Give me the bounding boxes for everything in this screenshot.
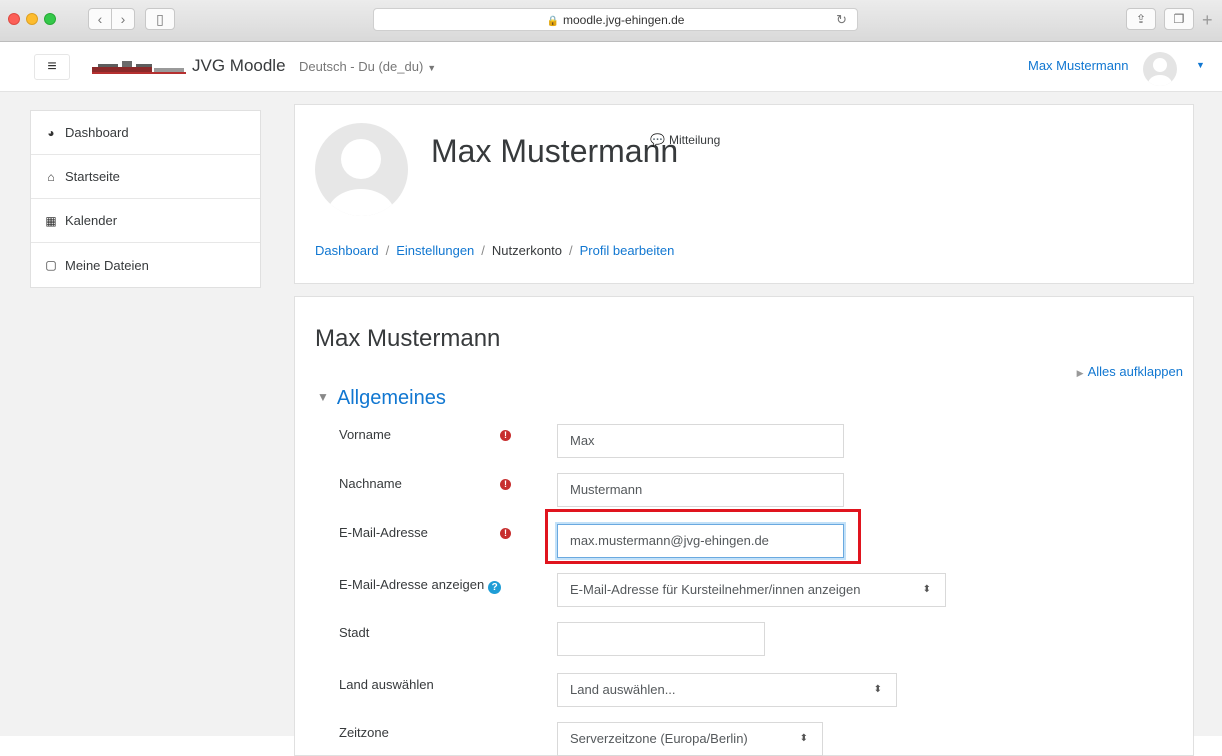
language-label: Deutsch - Du (de_du) xyxy=(299,59,424,74)
message-button[interactable]: 💬 Mitteilung xyxy=(650,133,720,147)
school-logo[interactable] xyxy=(92,59,186,75)
section-toggle-allgemeines[interactable]: ▼ Allgemeines xyxy=(317,387,446,410)
user-silhouette-icon xyxy=(1148,58,1172,86)
menu-toggle-icon[interactable]: ≡ xyxy=(34,54,70,80)
calendar-icon: ▦ xyxy=(45,213,57,228)
home-icon: ⌂ xyxy=(47,169,55,184)
country-value: Land auswählen... xyxy=(570,682,676,697)
expand-all-link[interactable]: ▶ Alles aufklappen xyxy=(1077,364,1183,379)
caret-down-icon: ▼ xyxy=(317,390,329,404)
minimize-window-button[interactable] xyxy=(26,13,38,25)
maildisplay-value: E-Mail-Adresse für Kursteilnehmer/innen … xyxy=(570,582,861,597)
email-label: E-Mail-Adresse xyxy=(339,525,428,540)
moodle-navbar: ≡ JVG Moodle Deutsch - Du (de_du) ▼ Max M… xyxy=(0,42,1222,92)
caret-right-icon: ▶ xyxy=(1076,368,1084,378)
url-text: moodle.jvg-ehingen.de xyxy=(563,13,685,27)
breadcrumb-nutzerkonto: Nutzerkonto xyxy=(491,243,563,258)
help-icon[interactable]: ? xyxy=(488,581,502,594)
timezone-label: Zeitzone xyxy=(339,725,389,740)
lastname-input[interactable]: Mustermann xyxy=(557,473,844,507)
breadcrumb: Dashboard / Einstellungen / Nutzerkonto / Prof… xyxy=(315,243,674,258)
chat-bubble-icon: 💬 xyxy=(650,133,665,147)
dashboard-icon: ◕ xyxy=(47,125,55,140)
sidebar-toggle-icon[interactable]: ▯ xyxy=(145,8,175,30)
required-icon: ! xyxy=(500,528,511,539)
profile-header-card: Max Mustermann 💬 Mitteilung Dashboard / Ein… xyxy=(294,104,1194,284)
browser-toolbar: ‹ › ▯ 🔒 moodle.jvg-ehingen.de ↻ ⇪ ❐ + xyxy=(0,0,1222,42)
drawer-item-label: Kalender xyxy=(65,213,118,228)
city-label: Stadt xyxy=(339,625,370,640)
close-window-button[interactable] xyxy=(8,13,20,25)
drawer-item-dashboard[interactable]: ◕ Dashboard xyxy=(31,111,260,155)
file-icon: ▢ xyxy=(45,258,57,272)
back-button[interactable]: ‹ xyxy=(88,8,112,30)
lock-icon: 🔒 xyxy=(546,16,560,27)
email-highlight-box xyxy=(545,509,861,564)
select-arrows-icon: ⬍ xyxy=(799,733,808,744)
select-arrows-icon: ⬍ xyxy=(873,684,882,695)
drawer-item-kalender[interactable]: ▦ Kalender xyxy=(31,199,260,243)
lastname-label: Nachname xyxy=(339,476,402,491)
share-icon[interactable]: ⇪ xyxy=(1126,8,1156,30)
breadcrumb-dashboard[interactable]: Dashboard xyxy=(315,243,379,258)
profile-avatar xyxy=(315,123,408,216)
nav-drawer: ◕ Dashboard ⌂ Startseite ▦ Kalender ▢ Me… xyxy=(30,110,261,288)
reload-icon[interactable]: ↻ xyxy=(836,9,847,31)
user-silhouette-icon xyxy=(327,139,395,216)
zoom-window-button[interactable] xyxy=(44,13,56,25)
timezone-value: Serverzeitzone (Europa/Berlin) xyxy=(570,731,748,746)
city-input[interactable] xyxy=(557,622,765,656)
country-select[interactable]: Land auswählen... ⬍ xyxy=(557,673,897,707)
expand-all-label: Alles aufklappen xyxy=(1087,364,1183,379)
firstname-input[interactable]: Max xyxy=(557,424,844,458)
avatar[interactable] xyxy=(1143,52,1177,86)
country-label: Land auswählen xyxy=(339,677,434,692)
timezone-select[interactable]: Serverzeitzone (Europa/Berlin) ⬍ xyxy=(557,722,823,756)
chevron-down-icon: ▼ xyxy=(427,63,437,73)
form-title: Max Mustermann xyxy=(315,325,501,352)
drawer-item-label: Startseite xyxy=(65,169,120,184)
site-name[interactable]: JVG Moodle xyxy=(192,56,286,76)
firstname-label: Vorname xyxy=(339,427,392,442)
forward-button[interactable]: › xyxy=(111,8,135,30)
breadcrumb-profil-bearbeiten[interactable]: Profil bearbeiten xyxy=(580,243,675,258)
maildisplay-select[interactable]: E-Mail-Adresse für Kursteilnehmer/innen … xyxy=(557,573,946,607)
tabs-overview-icon[interactable]: ❐ xyxy=(1164,8,1194,30)
section-title: Allgemeines xyxy=(336,387,446,409)
language-menu[interactable]: Deutsch - Du (de_du) ▼ xyxy=(299,59,436,74)
drawer-item-meine-dateien[interactable]: ▢ Meine Dateien xyxy=(31,243,260,287)
select-arrows-icon: ⬍ xyxy=(922,584,931,595)
maildisplay-label-text: E-Mail-Adresse anzeigen xyxy=(339,577,485,592)
breadcrumb-separator: / xyxy=(385,243,390,258)
page-title: Max Mustermann xyxy=(431,133,679,169)
required-icon: ! xyxy=(500,430,511,441)
user-menu-name[interactable]: Max Mustermann xyxy=(1028,58,1128,73)
drawer-item-label: Dashboard xyxy=(65,125,129,140)
drawer-item-label: Meine Dateien xyxy=(65,257,149,273)
new-tab-button[interactable]: + xyxy=(1202,10,1213,31)
breadcrumb-separator: / xyxy=(569,243,573,258)
user-menu-chevron-icon[interactable]: ▼ xyxy=(1196,60,1205,70)
breadcrumb-einstellungen[interactable]: Einstellungen xyxy=(396,243,474,258)
address-bar[interactable]: 🔒 moodle.jvg-ehingen.de ↻ xyxy=(373,8,858,31)
drawer-item-startseite[interactable]: ⌂ Startseite xyxy=(31,155,260,199)
required-icon: ! xyxy=(500,479,511,490)
maildisplay-label: E-Mail-Adresse anzeigen? xyxy=(339,577,502,594)
breadcrumb-separator: / xyxy=(481,243,485,258)
message-label: Mitteilung xyxy=(668,133,721,147)
